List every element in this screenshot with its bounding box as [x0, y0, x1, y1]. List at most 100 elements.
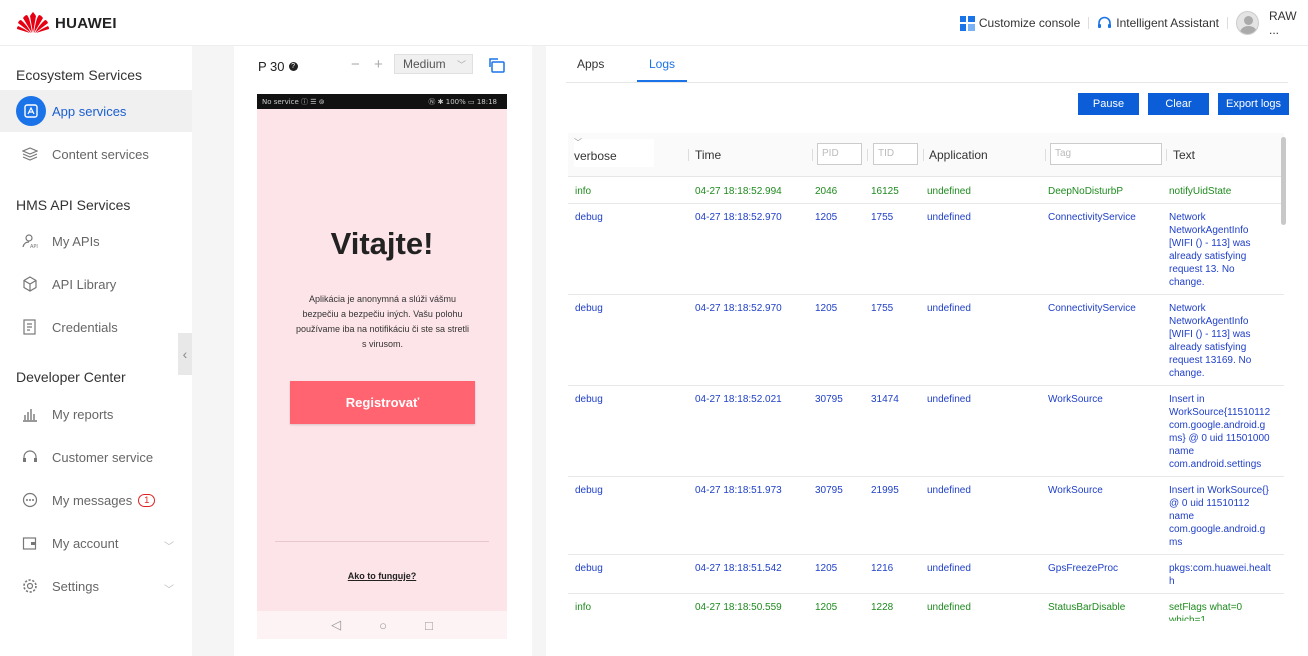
log-text: Insert in WorkSource{} @ 0 uid 11510112 na… [1169, 484, 1279, 549]
sidebar-item-api-library[interactable]: API Library [0, 263, 192, 305]
log-time: 04-27 18:18:52.970 [695, 303, 782, 314]
size-select[interactable]: Medium ﹀ [394, 54, 473, 74]
log-text-line: Network [1169, 303, 1206, 314]
how-it-works-link[interactable]: Ako to funguje? [257, 571, 507, 581]
cube-icon [22, 276, 38, 292]
table-row[interactable]: debug 04-27 18:18:52.970 1205 1755 undefined… [568, 295, 1284, 386]
brand-name: HUAWEI [55, 14, 117, 32]
log-text-line: WorkSource{11510112 [1169, 407, 1271, 418]
grid-icon [959, 15, 975, 31]
log-text-line: notifyUidState [1169, 186, 1232, 197]
table-row[interactable]: debug 04-27 18:18:51.973 30795 21995 undefin… [568, 477, 1284, 555]
wallet-icon [22, 535, 38, 551]
log-level: debug [575, 485, 603, 496]
log-text-line: name [1169, 446, 1195, 457]
log-tag: GpsFreezeProc [1048, 563, 1119, 574]
table-row[interactable]: info 04-27 18:18:50.559 1205 1228 undefined S… [568, 594, 1284, 621]
device-panel: P 30 ? − + Medium ﹀ No service ⓘ ☰ ⊚ Ⓝ ✱… [234, 46, 532, 656]
home-icon[interactable]: ○ [379, 618, 387, 633]
log-application: undefined [927, 602, 971, 613]
log-text-line: Insert in WorkSource{} [1169, 485, 1269, 496]
log-text-line: h [1169, 576, 1175, 587]
log-text-line: ms} @ 0 uid 11501000 [1169, 433, 1270, 444]
column-separator [1166, 149, 1167, 161]
sidebar-item-my-account[interactable]: My account ﹀ [0, 522, 192, 564]
sidebar-item-label: My APIs [52, 233, 100, 249]
chevron-left-icon: ‹ [182, 346, 188, 362]
sidebar-item-label: Customer service [52, 449, 154, 465]
log-tid: 1755 [871, 303, 894, 314]
sidebar-item-my-reports[interactable]: My reports [0, 393, 192, 435]
recents-icon[interactable]: □ [425, 618, 433, 633]
huawei-logo[interactable]: HUAWEI [17, 12, 117, 34]
intelligent-assistant-button[interactable]: Intelligent Assistant [1097, 16, 1219, 30]
sidebar-item-my-messages[interactable]: My messages 1 [0, 479, 192, 521]
sidebar-item-app-services[interactable]: App services [0, 90, 192, 132]
log-text-line: pkgs:com.huawei.healt [1169, 563, 1271, 574]
tab-apps[interactable]: Apps [577, 52, 604, 82]
headset-icon [1098, 16, 1112, 28]
device-name: P 30 [258, 58, 285, 74]
sidebar-item-settings[interactable]: Settings ﹀ [0, 565, 192, 607]
scrollbar[interactable] [1281, 137, 1286, 225]
log-level: debug [575, 212, 603, 223]
chevron-down-icon[interactable]: ﹀ [164, 581, 174, 596]
sidebar-item-content-services[interactable]: Content services [0, 133, 192, 175]
logs-table: ﹀ verbose Time PID TID Application Tag T… [568, 133, 1284, 621]
tab-logs[interactable]: Logs [637, 52, 688, 82]
phone-screen[interactable]: No service ⓘ ☰ ⊚ Ⓝ ✱ 100% ▭ 18:18 Vitajt… [257, 94, 507, 639]
table-row[interactable]: debug 04-27 18:18:52.970 1205 1755 undefined… [568, 204, 1284, 295]
user-menu[interactable]: RAW ... [1236, 9, 1308, 37]
zoom-in-button[interactable]: + [374, 56, 383, 73]
table-body: info 04-27 18:18:52.994 2046 16125 undefined… [568, 178, 1284, 621]
log-tid: 1216 [871, 563, 894, 574]
logs-panel: Apps Logs Pause Clear Export logs ﹀ verb… [546, 46, 1308, 656]
log-text-line: com.google.android.g [1169, 524, 1266, 535]
tag-filter-input[interactable]: Tag [1050, 143, 1162, 165]
log-text-line: Network [1169, 212, 1206, 223]
customize-console-button[interactable]: Customize console [959, 15, 1080, 31]
log-tid: 1755 [871, 212, 894, 223]
zoom-out-button[interactable]: − [351, 56, 360, 73]
log-text-line: request 13. No [1169, 264, 1235, 275]
back-icon[interactable]: ◁ [331, 617, 341, 633]
log-text: notifyUidState [1169, 185, 1279, 198]
sidebar-item-label: Content services [52, 146, 149, 162]
sidebar-item-customer-service[interactable]: Customer service [0, 436, 192, 478]
log-application: undefined [927, 303, 971, 314]
section-ecosystem-services: Ecosystem Services [16, 67, 143, 83]
log-text-line: Insert in [1169, 394, 1205, 405]
section-developer-center: Developer Center [16, 369, 126, 385]
sidebar-item-label: Settings [52, 578, 99, 594]
android-nav-bar: ◁ ○ □ [257, 611, 507, 639]
collapse-sidebar-button[interactable]: ‹ [178, 333, 192, 375]
export-logs-button[interactable]: Export logs [1218, 93, 1289, 115]
sidebar: Ecosystem Services App services Content … [0, 46, 192, 656]
bar-chart-icon [22, 406, 38, 422]
log-text-line: NetworkAgentInfo [1169, 225, 1249, 236]
status-bar: No service ⓘ ☰ ⊚ Ⓝ ✱ 100% ▭ 18:18 [257, 94, 507, 109]
table-row[interactable]: info 04-27 18:18:52.994 2046 16125 undefined… [568, 178, 1284, 204]
intro-text: Aplikácia je anonymná a slúži vášmu bezp… [295, 294, 470, 349]
log-tid: 16125 [871, 186, 899, 197]
help-icon[interactable]: ? [288, 61, 298, 71]
sidebar-item-my-apis[interactable]: API My APIs [0, 220, 192, 262]
table-row[interactable]: debug 04-27 18:18:52.021 30795 31474 undefin… [568, 386, 1284, 477]
clear-button[interactable]: Clear [1148, 93, 1209, 115]
top-bar: HUAWEI Customize console Intelligent Ass… [0, 0, 1308, 46]
pause-button[interactable]: Pause [1078, 93, 1139, 115]
rotate-icon[interactable] [488, 56, 506, 74]
log-pid: 30795 [815, 394, 843, 405]
chevron-down-icon[interactable]: ﹀ [164, 538, 174, 553]
sidebar-item-credentials[interactable]: Credentials [0, 306, 192, 348]
sidebar-item-label: My account [52, 535, 119, 551]
log-pid: 2046 [815, 186, 838, 197]
log-text: Insert in WorkSource{11510112 com.google.a… [1169, 393, 1279, 471]
tab-underline [566, 82, 1288, 83]
pid-filter-input[interactable]: PID [817, 143, 862, 165]
register-button[interactable]: Registrovať [290, 381, 475, 424]
level-select[interactable]: ﹀ verbose [574, 139, 654, 167]
tid-filter-input[interactable]: TID [873, 143, 918, 165]
table-row[interactable]: debug 04-27 18:18:51.542 1205 1216 undefined… [568, 555, 1284, 594]
log-time: 04-27 18:18:51.973 [695, 485, 782, 496]
